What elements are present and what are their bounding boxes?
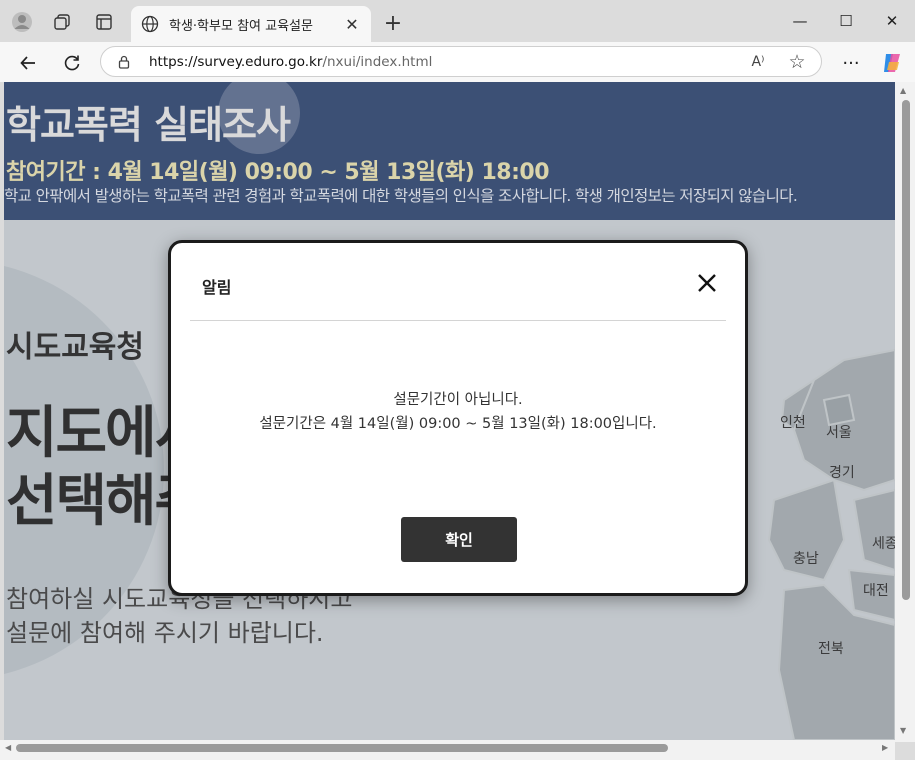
- copilot-icon[interactable]: [880, 51, 904, 75]
- scroll-down-arrow-icon[interactable]: ▼: [900, 726, 906, 735]
- read-aloud-icon[interactable]: A⁾: [746, 51, 770, 73]
- arrow-left-icon: [20, 56, 35, 70]
- confirm-button[interactable]: 확인: [401, 517, 517, 562]
- profile-icon[interactable]: [9, 9, 35, 35]
- tab-title: 학생·학부모 참여 교육설문: [169, 18, 313, 34]
- favorite-star-icon[interactable]: ☆: [785, 51, 809, 73]
- tab-actions-icon[interactable]: [91, 9, 117, 35]
- minimize-button[interactable]: —: [785, 8, 815, 34]
- horizontal-scroll-thumb[interactable]: [16, 744, 668, 752]
- scroll-left-arrow-icon[interactable]: ◀: [5, 743, 11, 752]
- lock-icon[interactable]: [117, 55, 131, 69]
- horizontal-scrollbar[interactable]: ◀ ▶: [0, 740, 895, 760]
- refresh-button[interactable]: [58, 49, 86, 77]
- dialog-title: 알림: [202, 278, 232, 297]
- dialog-message-line1: 설문기간이 아닙니다.: [393, 392, 523, 408]
- globe-icon: [141, 15, 159, 33]
- notice-dialog: 알림 설문기간이 아닙니다. 설문기간은 4월 14일(월) 09:00 ~ 5…: [168, 240, 748, 596]
- dialog-divider: [190, 320, 726, 321]
- tab-bar: 학생·학부모 참여 교육설문 ✕ + — ☐ ✕: [0, 0, 915, 42]
- url-path: /nxui/index.html: [322, 53, 433, 70]
- new-tab-button[interactable]: +: [380, 10, 406, 36]
- dialog-message: 설문기간이 아닙니다. 설문기간은 4월 14일(월) 09:00 ~ 5월 1…: [171, 388, 745, 436]
- back-button[interactable]: [14, 49, 42, 77]
- close-window-button[interactable]: ✕: [877, 8, 907, 34]
- more-options-button[interactable]: ···: [838, 50, 864, 76]
- address-bar: https://survey.eduro.go.kr/nxui/index.ht…: [0, 42, 915, 82]
- tab-close-icon[interactable]: ✕: [343, 15, 361, 34]
- active-tab[interactable]: 학생·학부모 참여 교육설문 ✕: [131, 6, 371, 42]
- close-icon[interactable]: [694, 270, 720, 296]
- scroll-right-arrow-icon[interactable]: ▶: [882, 743, 888, 752]
- workspaces-icon[interactable]: [49, 9, 75, 35]
- dialog-message-line2: 설문기간은 4월 14일(월) 09:00 ~ 5월 13일(화) 18:00입…: [259, 416, 657, 432]
- url-host: https://survey.eduro.go.kr: [149, 53, 323, 70]
- maximize-button[interactable]: ☐: [831, 8, 861, 34]
- url-field[interactable]: https://survey.eduro.go.kr/nxui/index.ht…: [100, 46, 822, 77]
- vertical-scroll-thumb[interactable]: [902, 100, 910, 600]
- vertical-scrollbar[interactable]: ▲ ▼: [895, 82, 915, 742]
- refresh-icon: [64, 55, 80, 71]
- scroll-up-arrow-icon[interactable]: ▲: [900, 86, 906, 95]
